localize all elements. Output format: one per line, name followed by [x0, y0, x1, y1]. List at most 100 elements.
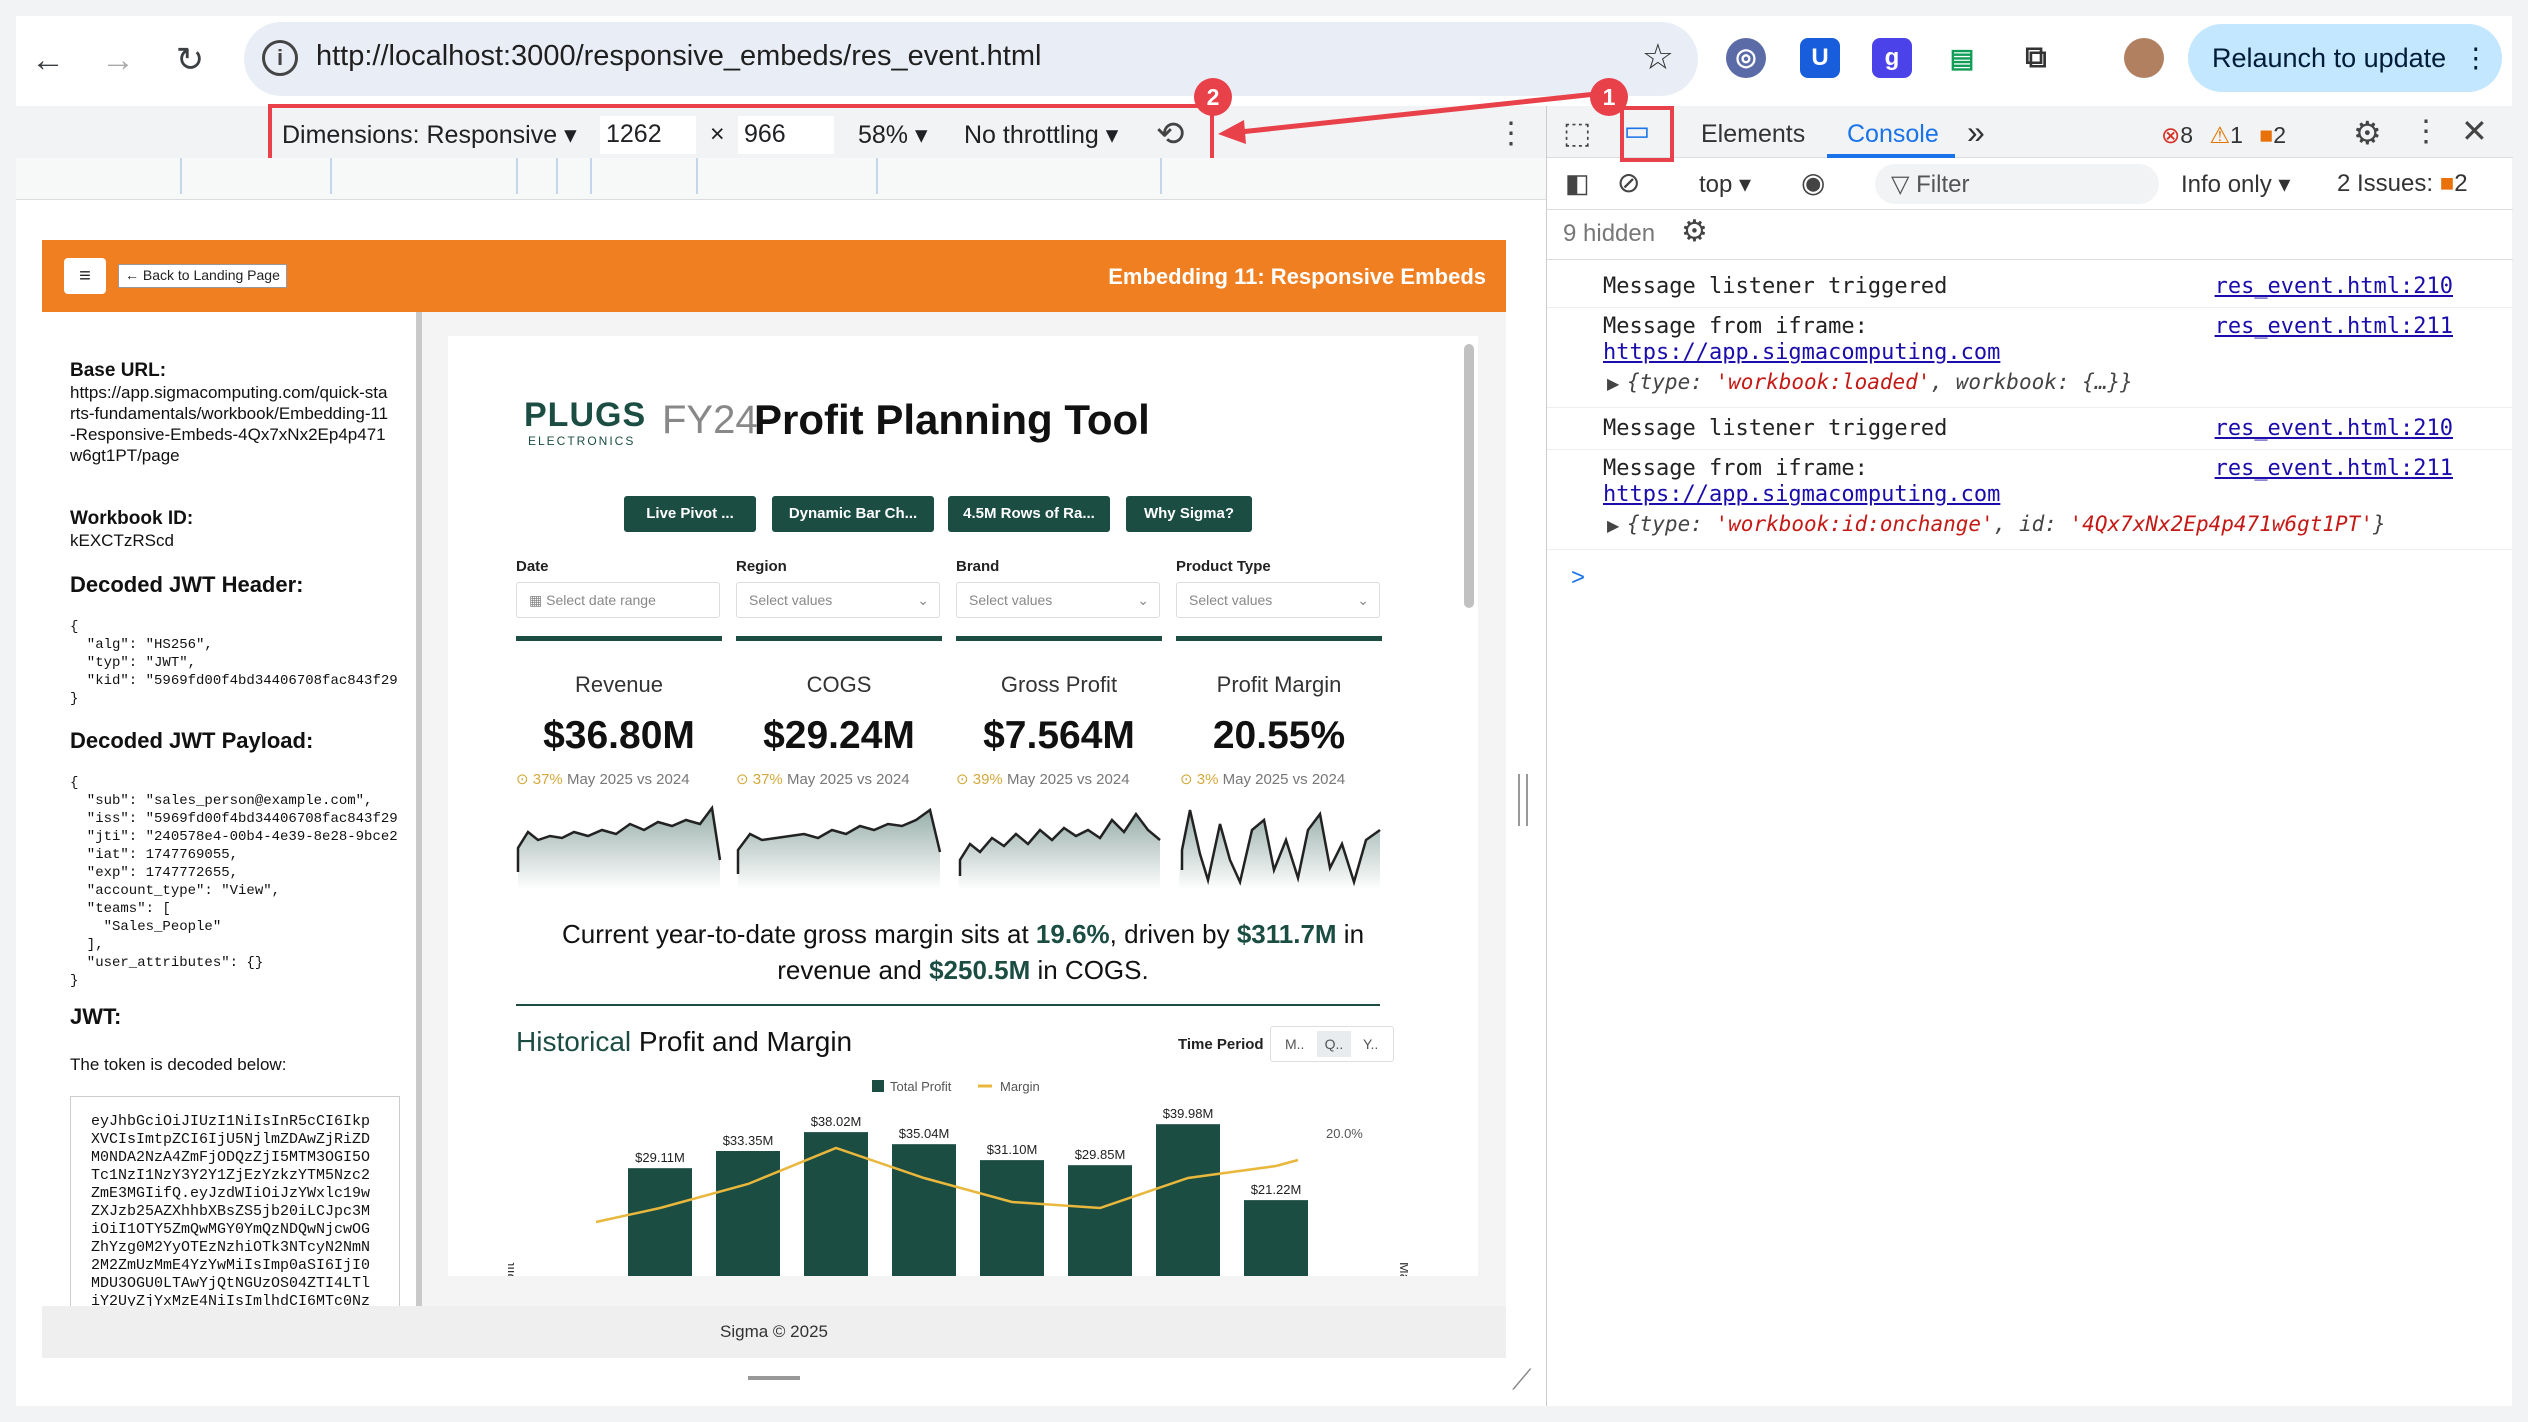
expand-triangle-icon[interactable]: ▶	[1607, 516, 1619, 536]
delta-pct: 3%	[1196, 771, 1219, 788]
product-type-select[interactable]: Select values ⌄	[1176, 582, 1380, 618]
kpi-divider	[956, 636, 1162, 641]
close-devtools-icon[interactable]: ✕	[2461, 112, 2488, 150]
message-source-link[interactable]: res_event.html:211	[2215, 456, 2453, 481]
site-info-icon[interactable]: i	[262, 40, 298, 76]
extensions-puzzle-icon[interactable]: ⧉	[2016, 38, 2056, 78]
time-period-segmented[interactable]: M.. Q.. Y..	[1270, 1026, 1394, 1062]
brand-select[interactable]: Select values ⌄	[956, 582, 1160, 618]
height-input[interactable]: 966	[738, 116, 834, 154]
tab-elements[interactable]: Elements	[1701, 120, 1805, 149]
extension-bitwarden-icon[interactable]: U	[1800, 38, 1840, 78]
sidebar-toggle-icon[interactable]: ◧	[1565, 168, 1590, 199]
region-placeholder: Select values	[749, 592, 833, 608]
issue-icon: ■	[2259, 122, 2274, 148]
devtools-menu-icon[interactable]: ⋮	[2411, 114, 2441, 149]
console-filter-input[interactable]: ▽ Filter	[1875, 164, 2159, 204]
down-arrow-icon: ⊙	[1180, 771, 1197, 788]
devtools-panel: ⬚ ▭ Elements Console » ⊗8 ⚠1 ■2 ⚙ ⋮ ✕ ◧ …	[1546, 106, 2513, 1406]
bar-data-label: $39.98M	[1163, 1106, 1214, 1121]
hist-title-a: Historical	[516, 1026, 632, 1057]
dimensions-dropdown[interactable]: Dimensions: Responsive ▾	[282, 120, 577, 150]
obj-string: '4Qx7xNx2Ep4p471w6gt1PT'	[2069, 512, 2373, 536]
message-source-link[interactable]: res_event.html:211	[2215, 314, 2453, 339]
message-origin-link[interactable]: https://app.sigmacomputing.com	[1603, 482, 2000, 507]
y2-tick-label: 20.0%	[1326, 1126, 1363, 1141]
extension-password-icon[interactable]: ◎	[1726, 38, 1766, 78]
sigma-embed-iframe[interactable]: PLUGS ELECTRONICS FY24 Profit Planning T…	[448, 336, 1478, 1276]
more-tabs-icon[interactable]: »	[1967, 114, 1985, 151]
bookmark-star-icon[interactable]: ☆	[1642, 36, 1674, 78]
rotate-icon[interactable]: ⟲	[1156, 114, 1185, 154]
viewport-resize-handle-right[interactable]	[1518, 774, 1528, 826]
message-source-link[interactable]: res_event.html:210	[2215, 416, 2453, 441]
extension-grammar-icon[interactable]: g	[1872, 38, 1912, 78]
section-divider	[516, 1004, 1380, 1006]
hamburger-menu-icon[interactable]: ≡	[64, 258, 106, 294]
page-header: ≡ ← Back to Landing Page Embedding 11: R…	[42, 240, 1506, 312]
console-settings-icon[interactable]: ⚙	[1681, 214, 1708, 249]
chevron-down-icon: ⌄	[1137, 592, 1149, 608]
kpi-gross-profit-title: Gross Profit	[1000, 672, 1118, 697]
delta-period: May 2025 vs 2024	[566, 771, 690, 788]
relaunch-button[interactable]: Relaunch to update ⋮	[2188, 24, 2502, 92]
forward-arrow-icon[interactable]: →	[94, 36, 142, 84]
callout-arrow	[1218, 91, 1597, 144]
error-count: 8	[2180, 122, 2194, 148]
profile-avatar[interactable]	[2124, 38, 2164, 78]
dynamic-bar-chart-button[interactable]: Dynamic Bar Ch...	[772, 496, 934, 532]
address-bar[interactable]: i http://localhost:3000/responsive_embed…	[244, 22, 1698, 96]
devtools-counters[interactable]: ⊗8 ⚠1 ■2	[2161, 122, 2286, 149]
kpi-revenue-value: $36.80M	[543, 714, 695, 757]
y-axis-label: rofit	[508, 1263, 517, 1276]
bar	[1244, 1200, 1308, 1276]
clear-console-icon[interactable]: ⊘	[1617, 166, 1640, 199]
message-source-link[interactable]: res_event.html:210	[2215, 274, 2453, 299]
live-pivot-button[interactable]: Live Pivot ...	[624, 496, 756, 532]
chart-group: Total Profit Margin rofit Ma 20.0% $29.11M $33…	[508, 1079, 1408, 1276]
message-origin-link[interactable]: https://app.sigmacomputing.com	[1603, 340, 2000, 365]
issues-label: 2 Issues:	[2337, 170, 2434, 197]
kpi-cogs-title: COGS	[806, 672, 872, 697]
message-text: Message from iframe:	[1603, 314, 1868, 339]
date-range-picker[interactable]: ▦ Select date range	[516, 582, 720, 618]
console-message: Message listener triggered res_event.htm…	[1547, 266, 2513, 308]
settings-gear-icon[interactable]: ⚙	[2353, 114, 2382, 152]
viewport-resize-handle-bottom[interactable]	[748, 1376, 800, 1380]
time-period-quarter[interactable]: Q..	[1317, 1031, 1351, 1057]
ruler-tick	[876, 158, 878, 194]
issues-link[interactable]: 2 Issues: ■2	[2337, 170, 2468, 198]
extension-sheets-icon[interactable]: ▤	[1942, 38, 1982, 78]
zoom-dropdown[interactable]: 58% ▾	[858, 120, 928, 150]
issue-icon: ■	[2439, 170, 2455, 197]
time-period-year[interactable]: Y..	[1363, 1036, 1378, 1052]
kpi-cogs-value: $29.24M	[763, 714, 915, 757]
bar-data-label: $31.10M	[987, 1142, 1038, 1157]
url-text[interactable]: http://localhost:3000/responsive_embeds/…	[316, 40, 1041, 73]
back-arrow-icon[interactable]: ←	[24, 36, 72, 84]
tab-console[interactable]: Console	[1847, 120, 1939, 149]
log-level-selector[interactable]: Info only ▾	[2181, 170, 2290, 199]
time-period-month[interactable]: M..	[1285, 1036, 1304, 1052]
callout-box-device-toggle	[1620, 106, 1674, 162]
rows-of-raw-data-button[interactable]: 4.5M Rows of Ra...	[948, 496, 1110, 532]
expand-triangle-icon[interactable]: ▶	[1607, 374, 1619, 394]
throttle-dropdown[interactable]: No throttling ▾	[964, 120, 1118, 150]
resize-corner-icon[interactable]: ⟋	[1512, 1364, 1532, 1397]
why-sigma-button[interactable]: Why Sigma?	[1126, 496, 1252, 532]
summary-value: $311.7M	[1236, 919, 1337, 949]
message-object[interactable]: {type: 'workbook:id:onchange', id: '4Qx7…	[1627, 512, 2386, 536]
gross-profit-sparkline	[958, 811, 1161, 890]
region-select[interactable]: Select values ⌄	[736, 582, 940, 618]
console-prompt[interactable]: >	[1571, 564, 1585, 592]
context-selector[interactable]: top ▾	[1699, 170, 1751, 199]
chevron-down-icon: ⌄	[1357, 592, 1369, 608]
back-to-landing-button[interactable]: ← Back to Landing Page	[118, 264, 287, 288]
iframe-scrollbar[interactable]	[1464, 344, 1474, 608]
delta-pct: 37%	[752, 771, 783, 788]
width-input[interactable]: 1262	[600, 116, 696, 154]
reload-icon[interactable]: ↻	[166, 36, 214, 84]
filter-region-label: Region	[736, 558, 787, 575]
live-expression-eye-icon[interactable]: ◉	[1801, 166, 1825, 199]
message-object[interactable]: {type: 'workbook:loaded', workbook: {…}}	[1627, 370, 2133, 394]
